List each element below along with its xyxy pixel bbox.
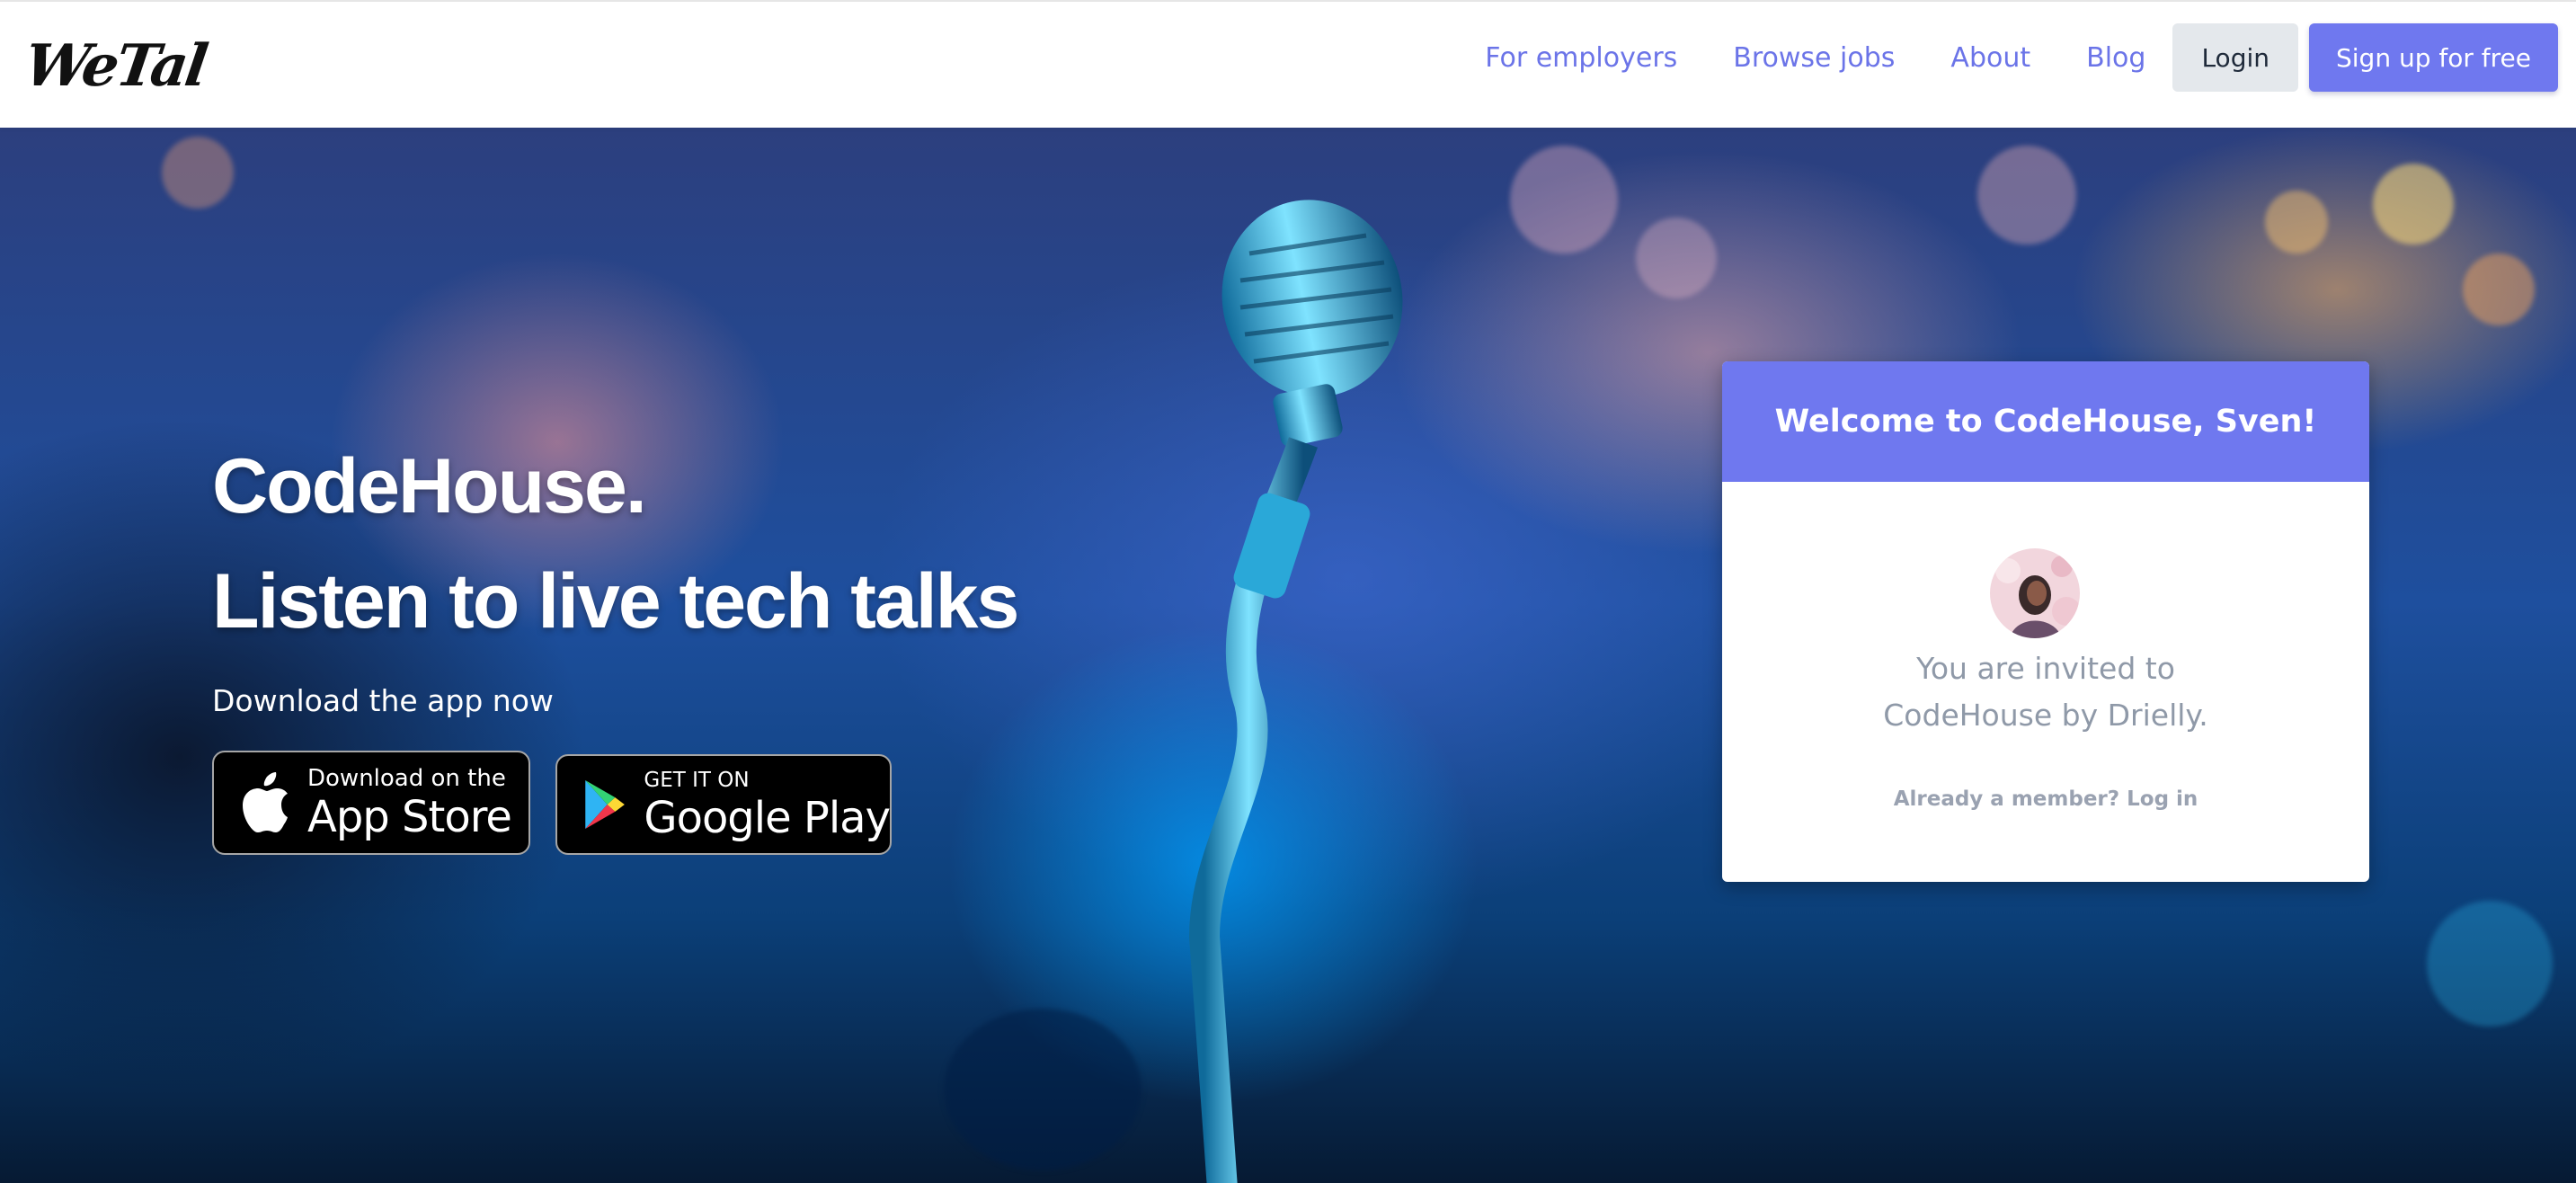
app-store-big-label: App Store	[307, 792, 512, 842]
bokeh-light	[2265, 191, 2328, 254]
bokeh-light	[1977, 146, 2076, 245]
bokeh-light	[162, 137, 234, 209]
app-store-small-label: Download on the	[307, 765, 506, 792]
wetal-logo[interactable]: WeTal	[21, 32, 209, 100]
hero-subtitle: Listen to live tech talks	[212, 558, 1019, 645]
nav-links: For employers Browse jobs About Blog Log…	[1485, 23, 2558, 92]
signup-button[interactable]: Sign up for free	[2309, 23, 2558, 92]
avatar	[1990, 548, 2080, 638]
bokeh-light	[2373, 164, 2454, 245]
invite-message-line-2: CodeHouse by Drielly.	[1883, 698, 2208, 733]
already-member-login-link[interactable]: Already a member? Log in	[1722, 787, 2369, 811]
bokeh-light	[1636, 218, 1717, 298]
google-play-small-label: GET IT ON	[644, 768, 750, 792]
bokeh-light	[2463, 254, 2535, 325]
app-store-button[interactable]: Download on the App Store	[212, 751, 530, 855]
hero-title: CodeHouse.	[212, 443, 647, 529]
nav-link-browse-jobs[interactable]: Browse jobs	[1733, 42, 1895, 74]
invite-message-line-1: You are invited to	[1916, 651, 2175, 686]
apple-icon	[243, 772, 288, 832]
nav-link-for-employers[interactable]: For employers	[1485, 42, 1677, 74]
top-navbar: WeTal For employers Browse jobs About Bl…	[0, 0, 2576, 128]
google-play-big-label: Google Play	[644, 792, 891, 843]
card-header: Welcome to CodeHouse, Sven!	[1722, 361, 2369, 482]
google-play-icon	[585, 779, 625, 830]
bokeh-light	[2427, 901, 2553, 1027]
microphone-image	[1188, 200, 1403, 1183]
nav-link-blog[interactable]: Blog	[2086, 42, 2145, 74]
download-prompt: Download the app now	[212, 683, 554, 718]
google-play-button[interactable]: GET IT ON Google Play	[555, 754, 892, 855]
invite-card: Welcome to CodeHouse, Sven! You are invi…	[1722, 361, 2369, 882]
bokeh-light	[1510, 146, 1618, 254]
nav-link-about[interactable]: About	[1950, 42, 2030, 74]
login-button[interactable]: Login	[2172, 23, 2298, 92]
